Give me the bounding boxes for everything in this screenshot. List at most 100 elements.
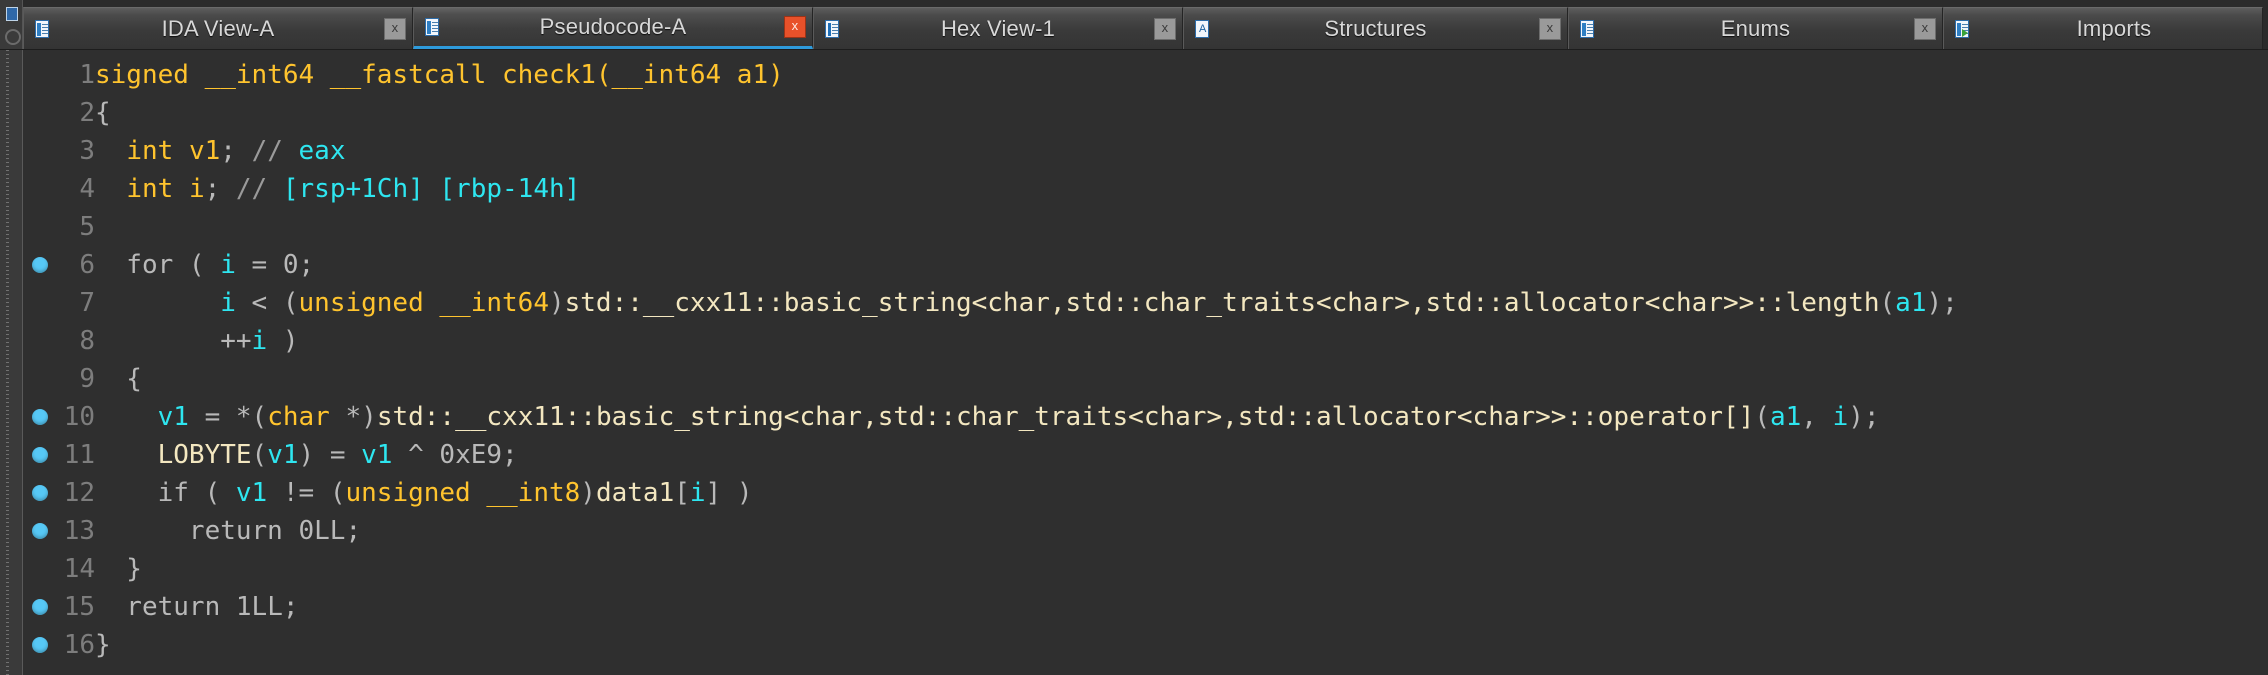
- code-line-text: if ( v1 != (unsigned __int8)data1[i] ): [95, 474, 2268, 512]
- close-icon[interactable]: x: [1154, 17, 1176, 40]
- code-line[interactable]: 4 int i; // [rsp+1Ch] [rbp-14h]: [23, 170, 2268, 208]
- code-line[interactable]: 8 ++i ): [23, 322, 2268, 360]
- code-token: 0LL: [298, 516, 346, 546]
- code-token: return: [95, 592, 236, 622]
- code-line[interactable]: 3 int v1; // eax: [23, 132, 2268, 170]
- code-token: v1: [157, 402, 189, 432]
- code-line-text: ++i ): [95, 322, 2268, 360]
- tab-hex-view-1[interactable]: Hex View-1 x: [813, 7, 1183, 49]
- code-token: LOBYTE: [157, 440, 252, 470]
- tab-label: Enums: [1720, 15, 1791, 41]
- code-token: != (: [267, 478, 346, 508]
- code-token: unsigned __int64: [298, 288, 549, 318]
- line-number: 13: [63, 516, 95, 546]
- code-line[interactable]: 9 {: [23, 360, 2268, 398]
- line-number: 10: [63, 402, 95, 432]
- code-token: if (: [95, 478, 236, 508]
- line-number: 3: [79, 136, 95, 166]
- code-line[interactable]: 14 }: [23, 550, 2268, 588]
- code-line-text: int v1; // eax: [95, 132, 2268, 170]
- graph-overview-rail: [0, 50, 23, 675]
- code-token: int: [126, 136, 174, 166]
- line-number: 6: [79, 250, 95, 280]
- code-line-text: {: [95, 94, 2268, 132]
- code-line[interactable]: 6 for ( i = 0;: [23, 246, 2268, 284]
- code-token: (: [251, 440, 268, 470]
- tab-ida-view-a[interactable]: IDA View-A x: [23, 7, 413, 49]
- code-token: ): [580, 478, 596, 508]
- line-number: 5: [79, 212, 95, 242]
- code-token: ) =: [298, 440, 362, 470]
- code-token: char: [267, 402, 330, 432]
- hex-document-icon: [822, 18, 842, 40]
- code-token: int: [126, 174, 174, 204]
- code-line-text: }: [95, 550, 2268, 588]
- line-number: 11: [63, 440, 95, 470]
- code-line[interactable]: 15 return 1LL;: [23, 588, 2268, 626]
- code-token: ;: [204, 174, 236, 204]
- code-token: 1LL: [235, 592, 283, 622]
- line-number: 14: [63, 554, 95, 584]
- code-line[interactable]: 11 LOBYTE(v1) = v1 ^ 0xE9;: [23, 436, 2268, 474]
- code-line-text: }: [95, 626, 2268, 664]
- line-number: 4: [79, 174, 95, 204]
- line-number: 1: [79, 60, 95, 90]
- close-icon[interactable]: x: [1539, 17, 1561, 40]
- code-token: [rsp+1Ch] [rbp-14h]: [282, 174, 581, 204]
- line-number: 16: [63, 630, 95, 660]
- code-token: i: [220, 288, 236, 318]
- view-tab-bar: IDA View-AxPseudocode-AxHex View-1xStruc…: [0, 0, 2268, 50]
- document-icon: [422, 16, 442, 38]
- code-token: ): [548, 288, 565, 318]
- code-scroll-region[interactable]: 1 signed __int64 __fastcall check1(__int6…: [23, 50, 2268, 675]
- tab-label: Pseudocode-A: [539, 14, 687, 39]
- code-token: 0xE9: [439, 440, 503, 470]
- code-token: std::__cxx11::basic_string<char,std::cha…: [376, 402, 1755, 432]
- code-line[interactable]: 10 v1 = *(char *)std::__cxx11::basic_str…: [23, 398, 2268, 436]
- code-line[interactable]: 1 signed __int64 __fastcall check1(__int6…: [23, 56, 2268, 94]
- code-token: ): [267, 326, 299, 356]
- code-line[interactable]: 12 if ( v1 != (unsigned __int8)data1[i] …: [23, 474, 2268, 512]
- code-token: //: [251, 136, 299, 166]
- tab-label: Hex View-1: [940, 15, 1056, 41]
- line-number: 2: [79, 98, 95, 128]
- code-token: = *(: [188, 402, 268, 432]
- close-icon[interactable]: x: [1914, 17, 1936, 40]
- code-token: unsigned __int8: [345, 478, 581, 508]
- code-token: //: [235, 174, 283, 204]
- pseudocode-view: 1 signed __int64 __fastcall check1(__int6…: [0, 50, 2268, 675]
- code-line[interactable]: 5: [23, 208, 2268, 246]
- code-line-text: return 1LL;: [95, 588, 2268, 626]
- code-line[interactable]: 13 return 0LL;: [23, 512, 2268, 550]
- code-line[interactable]: 2{: [23, 94, 2268, 132]
- tab-imports[interactable]: Imports: [1943, 7, 2263, 49]
- code-line-text: {: [95, 360, 2268, 398]
- code-token: ;: [220, 136, 252, 166]
- tab-label: Imports: [2076, 15, 2152, 41]
- code-token: i: [188, 174, 205, 204]
- code-token: i: [1832, 402, 1849, 432]
- structures-icon: [1192, 18, 1212, 40]
- code-token: (: [1754, 402, 1770, 432]
- line-number: 15: [63, 592, 95, 622]
- code-token: [: [674, 478, 690, 508]
- code-line[interactable]: 7 i < (unsigned __int64)std::__cxx11::ba…: [23, 284, 2268, 322]
- code-line[interactable]: 16}: [23, 626, 2268, 664]
- tab-pseudocode-a[interactable]: Pseudocode-A x: [413, 7, 813, 49]
- tab-structures[interactable]: Structures x: [1183, 7, 1568, 49]
- code-token: ] ): [705, 478, 753, 508]
- tab-enums[interactable]: Enums x: [1568, 7, 1943, 49]
- code-token: ++: [95, 326, 252, 356]
- code-line-text: int i; // [rsp+1Ch] [rbp-14h]: [95, 170, 2268, 208]
- code-token: = 0;: [235, 250, 315, 280]
- close-icon[interactable]: x: [784, 16, 806, 38]
- code-token: {: [95, 364, 142, 394]
- rail-texture: [6, 50, 9, 675]
- tab-strip: IDA View-AxPseudocode-AxHex View-1xStruc…: [23, 0, 2268, 49]
- code-token: < (: [235, 288, 299, 318]
- code-token: ;: [345, 516, 362, 546]
- close-icon[interactable]: x: [384, 17, 406, 40]
